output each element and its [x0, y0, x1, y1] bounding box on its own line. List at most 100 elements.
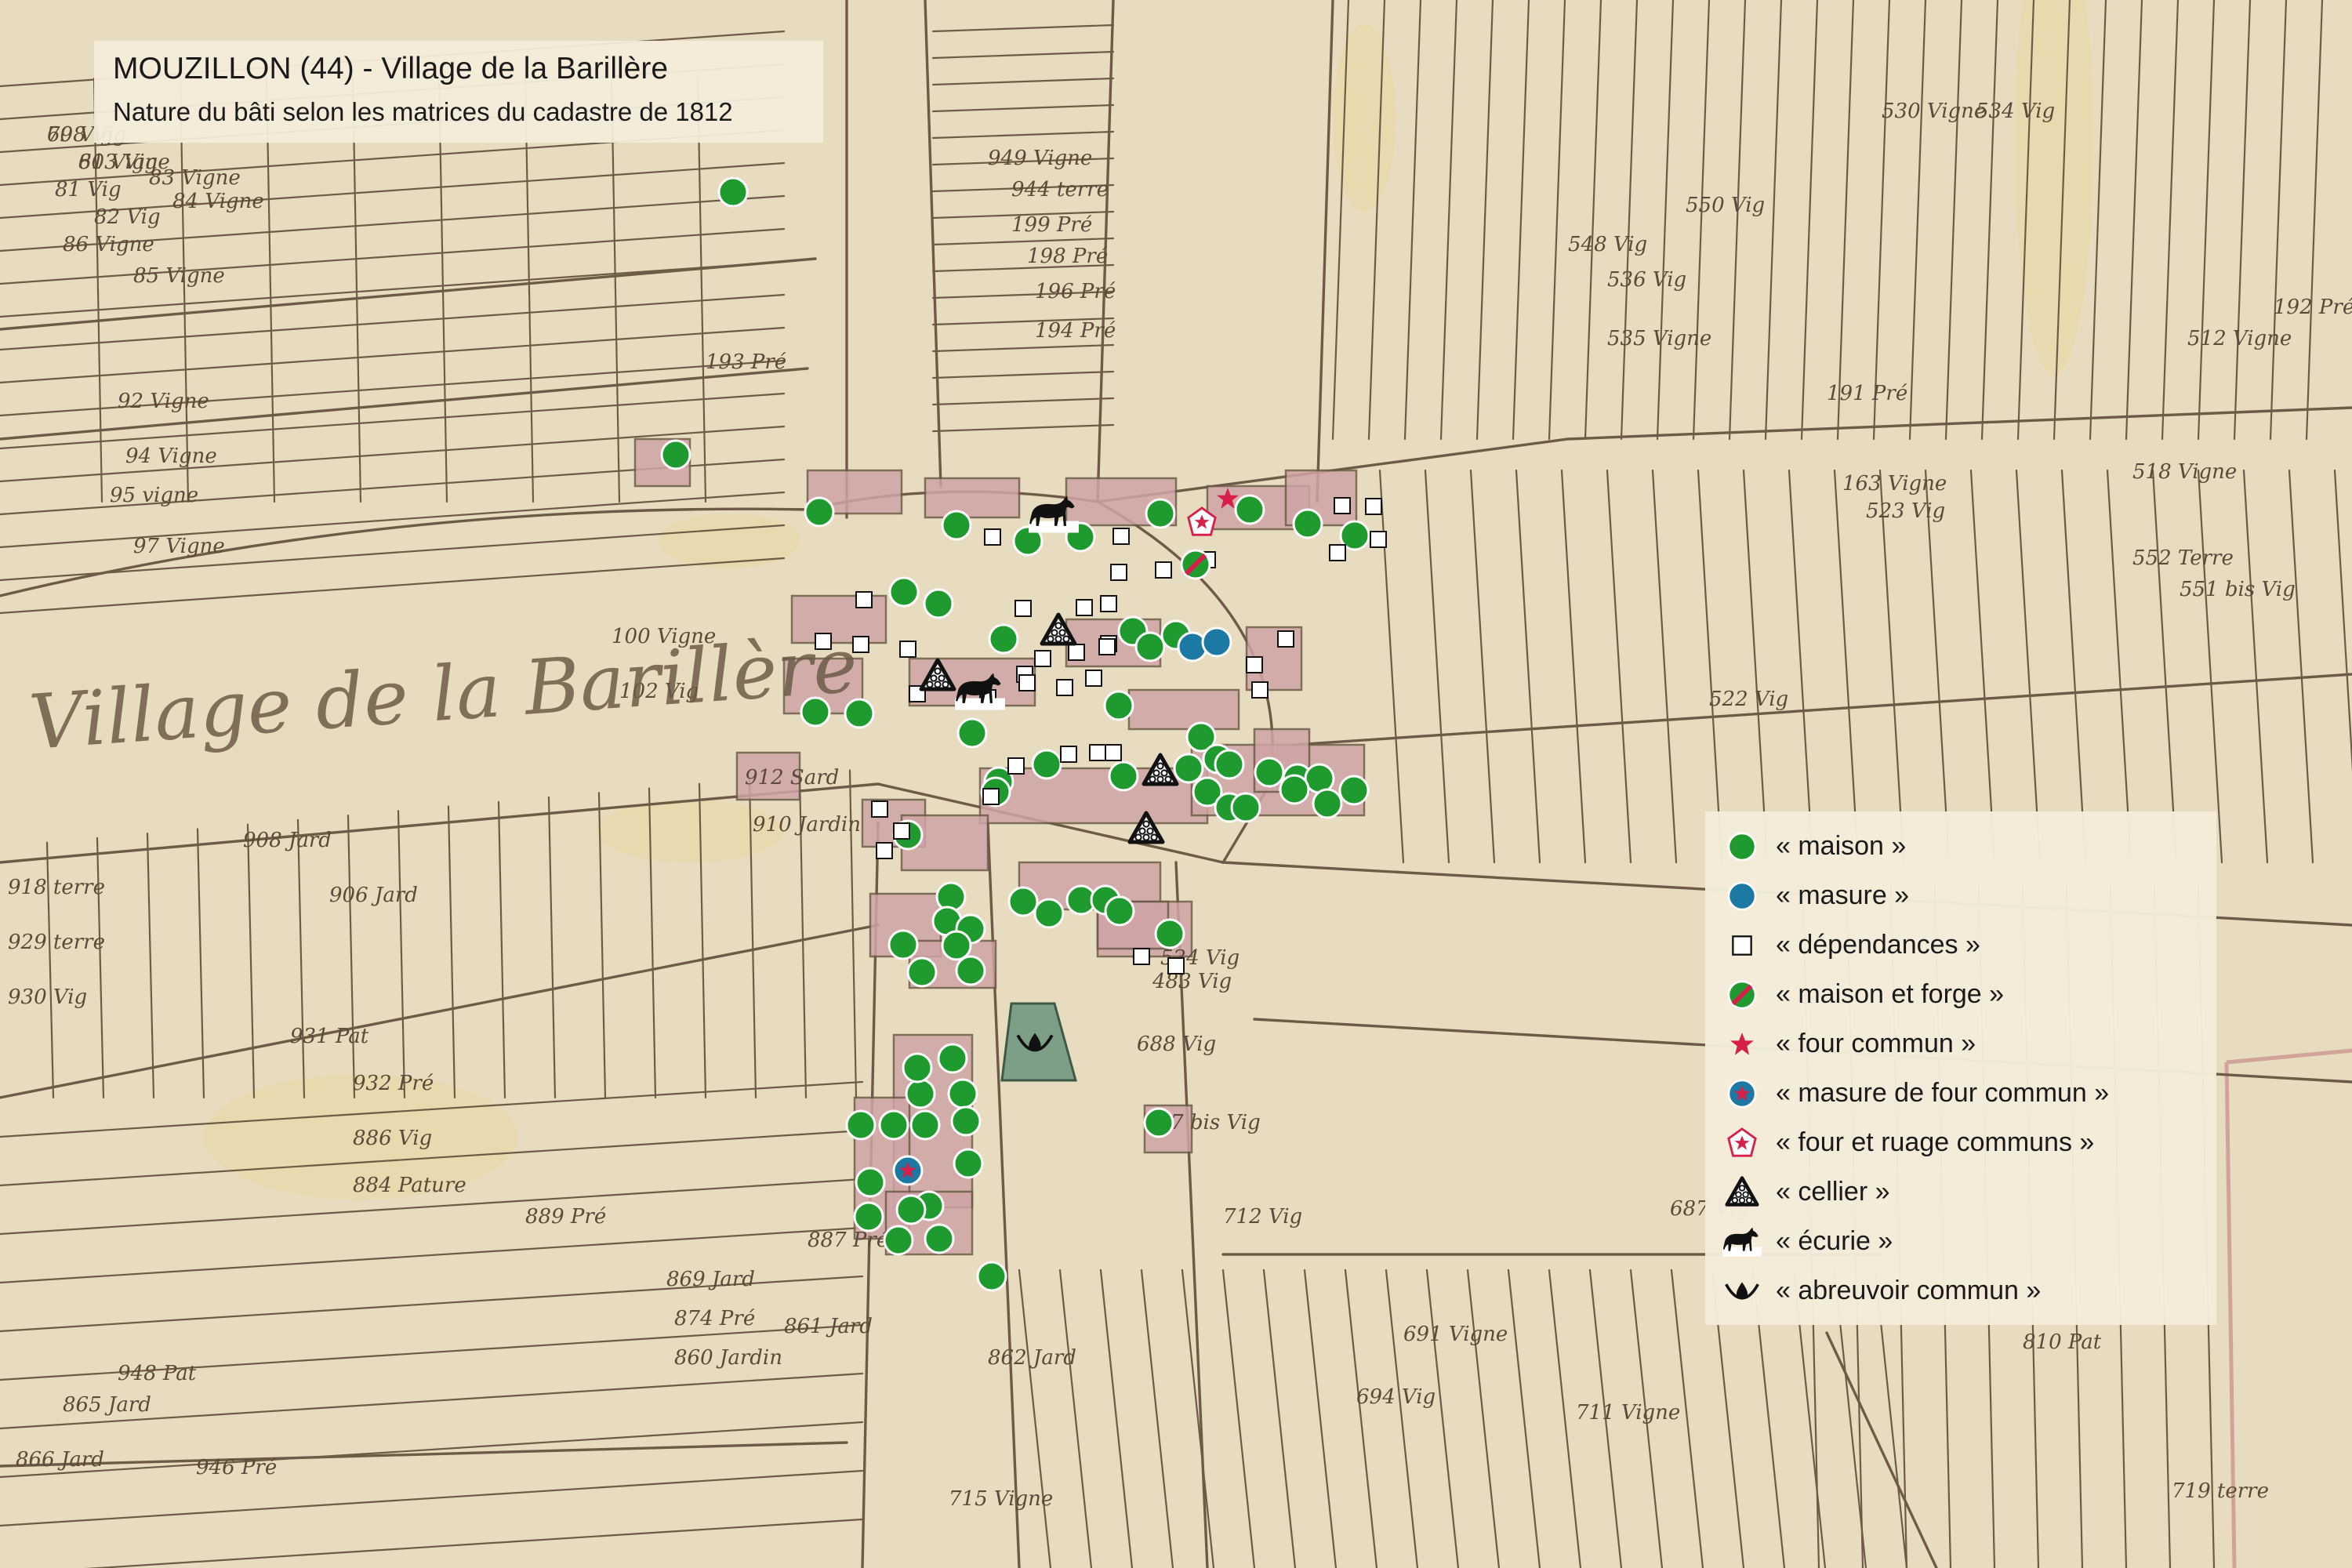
parcel-label: 483 Vig: [1152, 970, 1232, 993]
green-circle-red-slash-icon: [1722, 976, 1762, 1014]
pentagon-red-star-icon: [1727, 1127, 1757, 1157]
parcel-label: 931 Pat: [290, 1025, 369, 1048]
maison-marker: [1007, 886, 1039, 917]
dependances-marker: [1110, 564, 1127, 581]
dependances-marker: [852, 636, 869, 653]
parcel-label: 522 Vig: [1709, 688, 1788, 711]
maison-marker: [1104, 895, 1135, 927]
maison-marker: [878, 1109, 909, 1141]
legend-item-masure: « masure »: [1705, 873, 2216, 920]
horse-icon: [1722, 1227, 1762, 1257]
maison-marker: [941, 930, 972, 961]
parcel-label: 199 Pré: [1011, 213, 1092, 237]
maison-marker: [1134, 631, 1166, 662]
dependances-marker: [1076, 599, 1093, 616]
dependances-marker: [1167, 957, 1185, 975]
dependances-marker: [1014, 600, 1032, 617]
abreuvoir-icon: [1724, 1280, 1760, 1301]
maison-marker: [1279, 774, 1310, 805]
parcel-label: 929 terre: [8, 931, 105, 954]
dependances-marker: [1334, 497, 1351, 514]
legend-label: « masure de four commun »: [1776, 1078, 2110, 1108]
maison-marker: [1254, 757, 1285, 788]
legend-label: « cellier »: [1776, 1177, 1890, 1207]
maison-marker: [905, 1078, 936, 1109]
maison-marker: [887, 929, 919, 960]
maison-marker: [909, 1109, 941, 1141]
maison-marker: [855, 1167, 886, 1198]
parcel-label: 84 Vigne: [172, 190, 264, 213]
parcel-label: 83 Vigne: [149, 166, 241, 190]
parcel-label: 862 Jard: [988, 1346, 1076, 1370]
maison-marker: [1214, 749, 1245, 780]
legend-item-maison: « maison »: [1705, 823, 2216, 870]
maison-marker: [941, 510, 972, 541]
maison-marker: [988, 623, 1019, 655]
blue-circle-icon: [1727, 881, 1757, 911]
parcel-label: 906 Jard: [329, 884, 418, 907]
dependances-marker: [1251, 681, 1269, 699]
dependances-marker: [1068, 644, 1085, 661]
parcel-label: 82 Vig: [94, 205, 161, 229]
maison-marker: [1145, 498, 1176, 529]
maison-marker: [924, 1223, 955, 1254]
parcel-label: 874 Pré: [674, 1307, 755, 1330]
legend-item-maison-forge: « maison et forge »: [1705, 971, 2216, 1018]
legend-item-ecurie: « écurie »: [1705, 1218, 2216, 1265]
legend-item-cellier: « cellier »: [1705, 1169, 2216, 1216]
dependances-marker: [1133, 948, 1150, 965]
dependances-marker: [1246, 656, 1263, 673]
parcel-label: 198 Pré: [1027, 245, 1108, 268]
parcel-label: 712 Vig: [1223, 1205, 1302, 1229]
blue-circle-red-star-icon: [1727, 1079, 1757, 1109]
legend-label: « abreuvoir commun »: [1776, 1276, 2042, 1305]
maison-marker: [1173, 753, 1204, 784]
legend-item-four-ruage: « four et ruage communs »: [1705, 1120, 2216, 1167]
red-star-icon: [1730, 1033, 1754, 1055]
parcel-label: 912 Sard: [745, 766, 839, 789]
maison-marker: [950, 1105, 982, 1137]
maison-marker: [923, 588, 954, 619]
dependances-marker: [1018, 674, 1036, 691]
maison-marker: [895, 1194, 927, 1225]
map-subtitle: Nature du bâti selon les matrices du cad…: [113, 97, 733, 126]
green-circle-icon: [1727, 832, 1757, 862]
dependances-marker: [815, 633, 832, 650]
parcel-label: 552 Terre: [2132, 546, 2234, 570]
parcel-label: 694 Vig: [1356, 1385, 1436, 1409]
parcel-label: 866 Jard: [16, 1448, 104, 1472]
dependances-marker: [893, 822, 910, 840]
maison-marker: [1312, 788, 1343, 819]
parcel-label: 550 Vig: [1686, 194, 1765, 217]
parcel-label: 534 Vig: [1976, 100, 2055, 123]
maison-marker: [883, 1225, 914, 1256]
parcel-label: 536 Vig: [1607, 268, 1686, 292]
maison-marker: [1108, 760, 1139, 792]
dependances-marker: [1365, 498, 1382, 515]
parcel-label: 711 Vigne: [1576, 1401, 1680, 1425]
parcel-label: 191 Pré: [1827, 382, 1907, 405]
parcel-label: 908 Jard: [243, 829, 332, 852]
maison-marker: [976, 1261, 1007, 1292]
parcel-label: 949 Vigne: [988, 147, 1092, 170]
parcel-label: 92 Vigne: [118, 390, 209, 413]
parcel-label: 887 Pré: [808, 1229, 888, 1252]
dependances-marker: [1034, 650, 1051, 667]
dependances-marker: [1056, 679, 1073, 696]
parcel-label: 884 Pature: [353, 1174, 466, 1197]
dependances-marker: [871, 800, 888, 818]
parcel-label: 551 bis Vig: [2180, 578, 2296, 601]
parcel-label: 946 Pré: [196, 1456, 277, 1479]
parcel-label: 910 Jardin: [753, 813, 861, 837]
maison-marker: [1031, 749, 1062, 780]
parcel-label: 886 Vig: [353, 1127, 432, 1150]
maison-marker: [937, 1043, 968, 1074]
masure-marker: [1201, 626, 1232, 658]
maison-marker: [955, 955, 986, 986]
maison-marker: [906, 956, 938, 988]
parcel-label: 81 Vig: [55, 178, 122, 201]
legend-item-abreuvoir: « abreuvoir commun »: [1705, 1268, 2216, 1315]
parcel-label: 163 Vigne: [1842, 472, 1947, 495]
map-title-box: MOUZILLON (44) - Village de la Barillère…: [94, 41, 823, 143]
dependances-marker: [899, 641, 916, 658]
